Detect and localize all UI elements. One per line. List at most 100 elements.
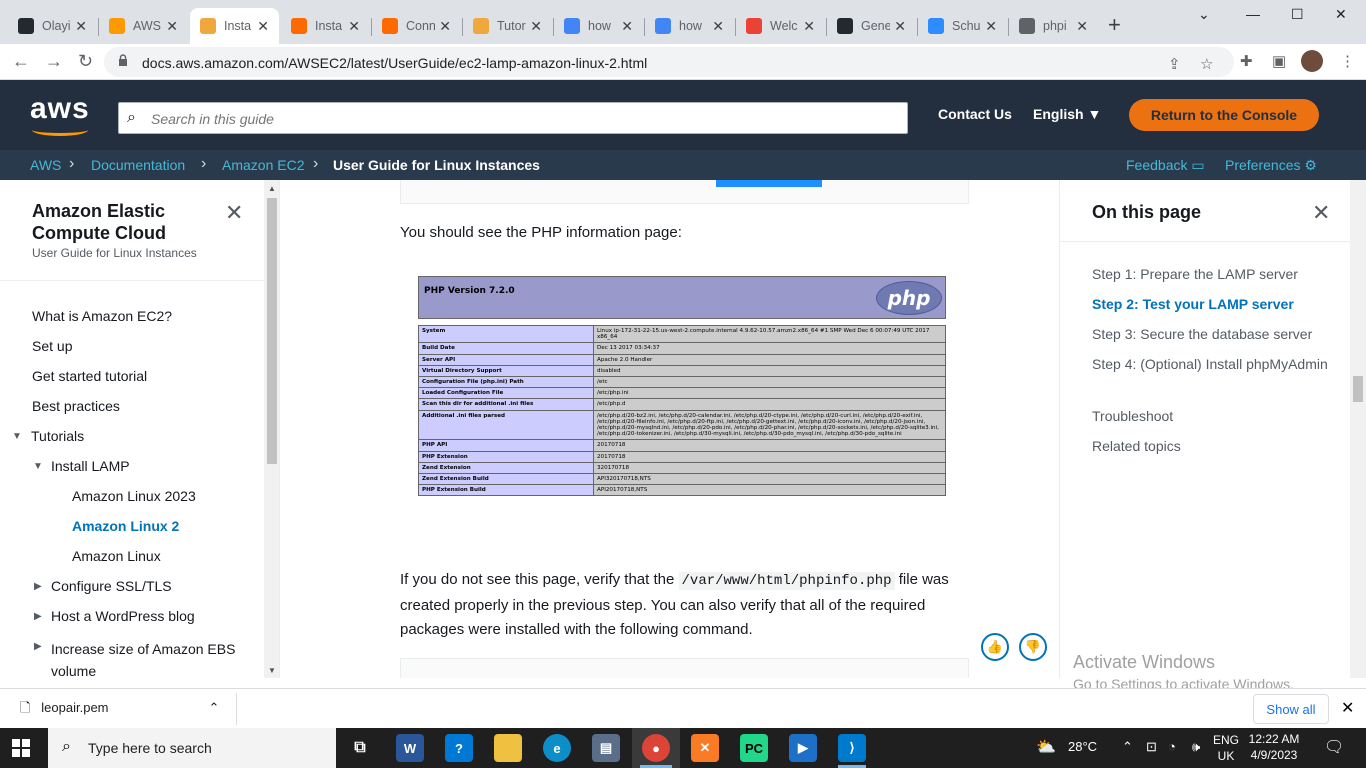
caret-right-icon[interactable]: ▶ (34, 581, 42, 592)
nav-item-best-practices[interactable]: Best practices (32, 398, 120, 414)
scroll-down-icon[interactable]: ▼ (268, 666, 276, 675)
close-window-button[interactable]: ✕ (1335, 6, 1347, 23)
browser-tab[interactable]: Insta ✕ (281, 8, 370, 44)
back-icon[interactable]: ← (12, 51, 30, 72)
windows-start-icon[interactable] (12, 739, 30, 757)
download-item[interactable]: 🗋 leopair.pem ⌃ (20, 699, 219, 721)
close-tab-icon[interactable]: ✕ (257, 18, 269, 35)
nav-title[interactable]: Amazon Elastic Compute Cloud (32, 200, 212, 244)
language-select[interactable]: English ▼ (1033, 106, 1101, 122)
new-tab-button[interactable]: + (1108, 12, 1121, 38)
file-explorer-icon[interactable] (494, 734, 522, 762)
extensions-icon[interactable]: ✚ (1240, 52, 1253, 70)
left-nav-scrollbar[interactable]: ▲ ▼ (264, 180, 279, 678)
toc-item-step4[interactable]: Step 4: (Optional) Install phpMyAdmin (1092, 353, 1332, 375)
language-indicator[interactable]: ENG UK (1212, 732, 1240, 764)
nav-item-wordpress[interactable]: Host a WordPress blog (51, 608, 195, 624)
profile-avatar[interactable] (1301, 50, 1323, 72)
more-menu-icon[interactable]: ⋮ (1340, 52, 1355, 70)
close-tab-icon[interactable]: ✕ (803, 18, 815, 35)
xampp-icon[interactable]: ✕ (691, 734, 719, 762)
nav-item-amazon-linux[interactable]: Amazon Linux (72, 548, 161, 564)
browser-tab[interactable]: Gene ✕ (827, 8, 916, 44)
close-icon[interactable]: ✕ (1341, 698, 1354, 718)
close-tab-icon[interactable]: ✕ (530, 18, 542, 35)
show-all-button[interactable]: Show all (1253, 694, 1329, 724)
toc-item-step3[interactable]: Step 3: Secure the database server (1092, 323, 1332, 345)
notifications-icon[interactable]: 🗨 (1324, 737, 1344, 757)
clock[interactable]: 12:22 AM 4/9/2023 (1244, 731, 1304, 763)
browser-tab[interactable]: how ✕ (645, 8, 734, 44)
network-tool-icon[interactable]: ▤ (592, 734, 620, 762)
browser-tab[interactable]: Olayi ✕ (8, 8, 97, 44)
taskbar-search[interactable]: ⌕ Type here to search (48, 728, 336, 768)
address-bar[interactable]: docs.aws.amazon.com/AWSEC2/latest/UserGu… (104, 47, 1234, 77)
maximize-button[interactable]: ☐ (1291, 6, 1304, 23)
nav-item-get-started[interactable]: Get started tutorial (32, 368, 147, 384)
toc-item-step1[interactable]: Step 1: Prepare the LAMP server (1092, 263, 1332, 285)
side-panel-icon[interactable]: ▣ (1272, 52, 1286, 70)
browser-tab[interactable]: Conn ✕ (372, 8, 461, 44)
vscode-icon[interactable]: ⟩ (838, 734, 866, 762)
pycharm-icon[interactable]: PC (740, 734, 768, 762)
caret-right-icon[interactable]: ▶ (34, 641, 42, 652)
tray-overflow-icon[interactable]: ⌃ (1122, 739, 1133, 755)
breadcrumb-documentation[interactable]: Documentation (91, 157, 185, 173)
browser-tab[interactable]: Welc ✕ (736, 8, 825, 44)
media-player-icon[interactable]: ▶ (789, 734, 817, 762)
toc-item-related[interactable]: Related topics (1092, 435, 1332, 457)
toc-item-step2[interactable]: Step 2: Test your LAMP server (1092, 293, 1332, 315)
weather-icon[interactable]: ⛅ (1036, 737, 1056, 757)
nav-item-install-lamp[interactable]: Install LAMP (51, 458, 130, 474)
close-tab-icon[interactable]: ✕ (985, 18, 997, 35)
chrome-icon[interactable]: ● (642, 734, 670, 762)
aws-logo[interactable]: aws (30, 92, 90, 126)
close-tab-icon[interactable]: ✕ (712, 18, 724, 35)
nav-item-tutorials[interactable]: Tutorials (31, 428, 84, 444)
wifi-icon[interactable]: ◔ (1168, 739, 1176, 754)
close-tab-icon[interactable]: ✕ (621, 18, 633, 35)
nav-item-what-is-ec2[interactable]: What is Amazon EC2? (32, 308, 172, 324)
scroll-up-icon[interactable]: ▲ (268, 184, 276, 193)
nav-item-set-up[interactable]: Set up (32, 338, 72, 354)
search-input[interactable] (151, 108, 891, 130)
close-tab-icon[interactable]: ✕ (166, 18, 178, 35)
browser-tab[interactable]: Schu ✕ (918, 8, 1007, 44)
thumbs-down-icon[interactable]: 👎 (1019, 633, 1047, 661)
task-view-icon[interactable]: ⧉ (346, 734, 374, 762)
close-tab-icon[interactable]: ✕ (439, 18, 451, 35)
close-icon[interactable]: ✕ (1312, 200, 1330, 226)
nav-item-amazon-linux-2023[interactable]: Amazon Linux 2023 (72, 488, 196, 504)
page-scrollbar[interactable] (1350, 180, 1366, 678)
reload-icon[interactable]: ↻ (78, 51, 93, 72)
browser-tab[interactable]: Insta ✕ (190, 8, 279, 44)
browser-tab[interactable]: Tutor ✕ (463, 8, 552, 44)
minimize-button[interactable]: — (1246, 6, 1260, 22)
browser-tab[interactable]: phpi ✕ (1009, 8, 1098, 44)
weather-temp[interactable]: 28°C (1068, 739, 1097, 754)
tab-search-icon[interactable]: ⌄ (1198, 6, 1210, 23)
breadcrumb-amazon-ec2[interactable]: Amazon EC2 (222, 157, 304, 173)
close-icon[interactable]: ✕ (225, 200, 243, 226)
edge-icon[interactable]: e (543, 734, 571, 762)
caret-down-icon[interactable]: ▼ (33, 461, 43, 472)
nav-item-increase-ebs[interactable]: Increase size of Amazon EBS volume (51, 638, 251, 678)
browser-tab[interactable]: AWS ✕ (99, 8, 188, 44)
chevron-up-icon[interactable]: ⌃ (209, 700, 220, 715)
forward-icon[interactable]: → (45, 51, 63, 72)
guide-search[interactable]: ⌕ (118, 102, 908, 134)
browser-tab[interactable]: how ✕ (554, 8, 643, 44)
return-to-console-button[interactable]: Return to the Console (1129, 99, 1319, 131)
contact-us-link[interactable]: Contact Us (938, 106, 1012, 122)
toc-item-troubleshoot[interactable]: Troubleshoot (1092, 405, 1332, 427)
bookmark-star-icon[interactable]: ☆ (1200, 55, 1213, 73)
breadcrumb-aws[interactable]: AWS (30, 157, 61, 173)
volume-icon[interactable]: 🕪 (1192, 739, 1200, 755)
nav-item-amazon-linux-2[interactable]: Amazon Linux 2 (72, 518, 179, 534)
caret-right-icon[interactable]: ▶ (34, 611, 42, 622)
caret-down-icon[interactable]: ▼ (12, 431, 22, 442)
feedback-link[interactable]: Feedback ▭ (1126, 157, 1205, 174)
scroll-thumb[interactable] (1353, 376, 1363, 402)
close-tab-icon[interactable]: ✕ (894, 18, 906, 35)
word-icon[interactable]: W (396, 734, 424, 762)
